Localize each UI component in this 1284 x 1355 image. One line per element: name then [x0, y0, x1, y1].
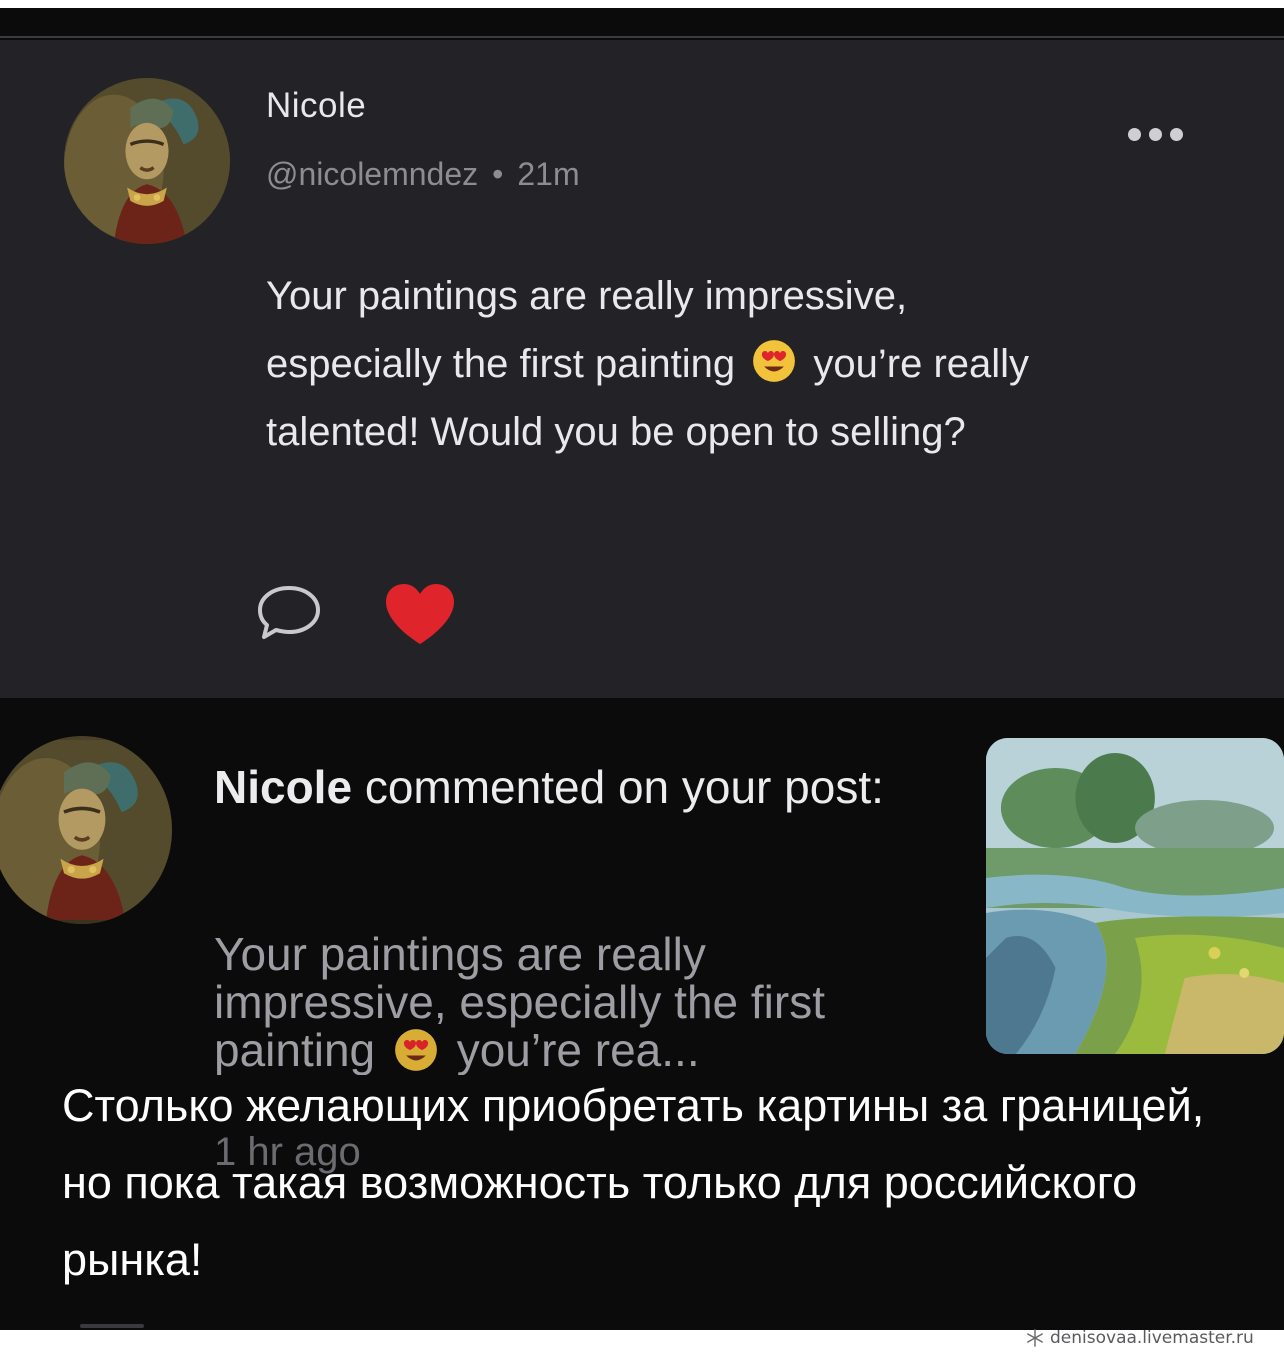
watermark-text: denisovaa.livemaster.ru	[1050, 1328, 1254, 1348]
notification-avatar[interactable]	[0, 736, 172, 924]
avatar[interactable]	[64, 78, 230, 244]
notification-preview: Your paintings are really impressive, es…	[214, 930, 934, 1075]
comment-text: Your paintings are really impressive, es…	[266, 262, 1086, 466]
post-time: 21m	[517, 156, 580, 192]
notification-action: commented on your post:	[364, 761, 884, 813]
landscape-painting-image	[986, 738, 1284, 1054]
heart-eyes-emoji-icon	[753, 340, 796, 382]
avatar-portrait-image	[0, 740, 172, 920]
comment-text-part1: Your paintings are really impressive, es…	[266, 274, 908, 386]
watermark: denisovaa.livemaster.ru	[1026, 1326, 1254, 1350]
notification-author[interactable]: Nicole	[214, 761, 352, 813]
overlay-caption: Столько желающих приобретать картины за …	[62, 1080, 1205, 1285]
more-options-icon[interactable]	[1128, 122, 1192, 146]
top-divider	[0, 36, 1284, 38]
author-handle[interactable]: @nicolemndez	[266, 156, 478, 192]
top-strip	[0, 0, 1284, 8]
heart-icon[interactable]	[382, 582, 458, 646]
author-name[interactable]: Nicole	[266, 86, 366, 126]
comment-icon[interactable]	[254, 582, 324, 642]
avatar-portrait-image	[64, 78, 230, 244]
snowflake-icon	[1027, 1329, 1043, 1347]
screenshot-frame: Nicole @nicolemndez • 21m Your paintings a…	[0, 0, 1284, 1330]
post-thumbnail[interactable]	[986, 738, 1284, 1054]
post-meta: @nicolemndez • 21m	[266, 156, 580, 193]
notification-title: Nicole commented on your post:	[214, 750, 944, 824]
comment-card[interactable]: Nicole @nicolemndez • 21m Your paintings a…	[0, 40, 1284, 698]
meta-separator: •	[492, 156, 504, 192]
bottom-divider	[80, 1324, 144, 1328]
heart-eyes-emoji-icon	[395, 1029, 437, 1071]
